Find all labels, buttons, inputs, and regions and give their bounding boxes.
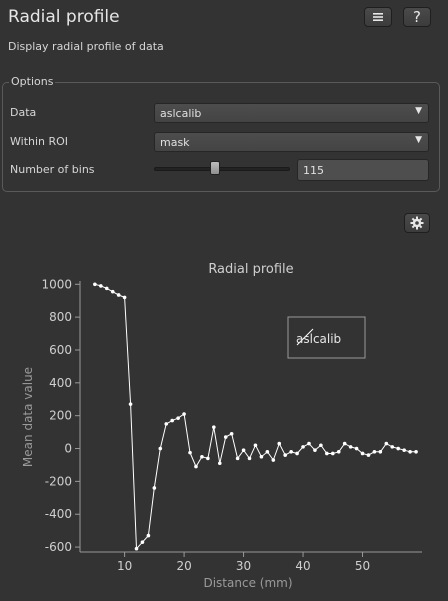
data-point (396, 446, 401, 451)
menu-button[interactable] (364, 7, 392, 27)
data-point (93, 282, 97, 287)
data-point (188, 450, 192, 455)
y-tick-label: -600 (45, 540, 72, 554)
bins-label: Number of bins (10, 163, 95, 176)
data-point (223, 435, 228, 439)
x-tick-label: 10 (117, 559, 132, 573)
data-point (336, 450, 341, 454)
data-point (170, 418, 174, 423)
help-button[interactable]: ? (403, 7, 431, 27)
data-point (342, 441, 347, 446)
data-point (104, 286, 109, 291)
data-point (390, 445, 395, 449)
chevron-down-icon: ▼ (415, 106, 422, 116)
data-point (319, 443, 323, 448)
data-point (384, 441, 389, 446)
help-icon: ? (413, 8, 421, 26)
data-point (110, 289, 115, 294)
options-group-title: Options (9, 75, 56, 88)
x-tick-label: 20 (176, 559, 191, 573)
data-point (289, 450, 293, 454)
x-tick-label: 30 (236, 559, 251, 573)
data-point (99, 284, 103, 288)
series-line (94, 283, 417, 550)
data-point (122, 295, 127, 300)
data-select-value: aslcalib (160, 107, 202, 120)
data-point (152, 486, 157, 490)
data-point (140, 540, 145, 544)
data-point (200, 454, 204, 459)
data-point (146, 533, 151, 538)
data-point (402, 448, 406, 452)
y-tick-label: -400 (45, 507, 72, 521)
data-point (325, 451, 329, 456)
data-point (229, 431, 234, 436)
data-point (330, 451, 335, 456)
data-point (247, 456, 252, 461)
y-tick-label: 200 (49, 409, 72, 423)
x-tick-label: 40 (295, 559, 310, 573)
roi-select-value: mask (160, 136, 190, 149)
data-point (271, 458, 276, 462)
data-point (414, 450, 418, 454)
data-point (164, 422, 169, 426)
data-point (301, 445, 305, 449)
y-tick-label: 600 (49, 343, 72, 357)
y-axis-label: Mean data value (21, 367, 35, 467)
panel-title: Radial profile (8, 7, 120, 27)
data-point (307, 441, 311, 446)
chevron-down-icon: ▼ (415, 135, 422, 145)
bins-spinbox-value: 115 (303, 164, 324, 177)
data-point (313, 448, 317, 452)
bins-slider-handle[interactable] (210, 161, 220, 175)
x-axis-label: Distance (mm) (203, 576, 292, 590)
bins-slider-track[interactable] (154, 167, 290, 171)
data-point (158, 446, 163, 451)
data-point (212, 425, 216, 429)
data-point (217, 461, 222, 466)
radial-profile-chart: Radial profile Mean data value Distance … (21, 262, 422, 590)
data-point (354, 446, 359, 451)
y-tick-label: 800 (49, 310, 72, 324)
data-point (259, 454, 264, 459)
menu-lines-icon (373, 13, 383, 21)
data-point (378, 450, 383, 454)
gear-icon (410, 216, 424, 230)
y-tick-label: 1000 (41, 277, 72, 291)
data-point (408, 450, 412, 454)
data-label: Data (10, 106, 37, 119)
data-select[interactable]: aslcalib ▼ (154, 103, 429, 123)
y-tick-label: -200 (45, 474, 72, 488)
chart-legend: aslcalib (287, 316, 366, 359)
data-point (277, 441, 282, 446)
data-point (235, 456, 240, 461)
data-point (283, 453, 288, 457)
roi-label: Within ROI (10, 135, 69, 148)
y-tick-label: 400 (49, 376, 72, 390)
data-point (372, 450, 377, 454)
data-point (366, 453, 371, 457)
data-point (206, 456, 210, 461)
data-point (176, 416, 180, 420)
x-tick-label: 50 (355, 559, 370, 573)
chart-title: Radial profile (208, 262, 293, 277)
data-point (265, 450, 270, 454)
data-point (134, 546, 139, 551)
data-point (116, 293, 121, 297)
data-point (360, 451, 365, 456)
data-point (182, 412, 186, 416)
panel-subtitle: Display radial profile of data (8, 40, 164, 53)
roi-select[interactable]: mask ▼ (154, 132, 429, 152)
data-point (253, 443, 258, 448)
data-point (348, 445, 353, 449)
data-point (295, 451, 299, 456)
bins-spinbox[interactable]: 115 (297, 159, 429, 181)
data-point (194, 464, 198, 469)
legend-label: aslcalib (296, 332, 341, 346)
data-point (128, 402, 133, 406)
data-point (241, 448, 246, 452)
plot-options-button[interactable] (404, 213, 430, 233)
y-tick-label: 0 (64, 442, 72, 456)
